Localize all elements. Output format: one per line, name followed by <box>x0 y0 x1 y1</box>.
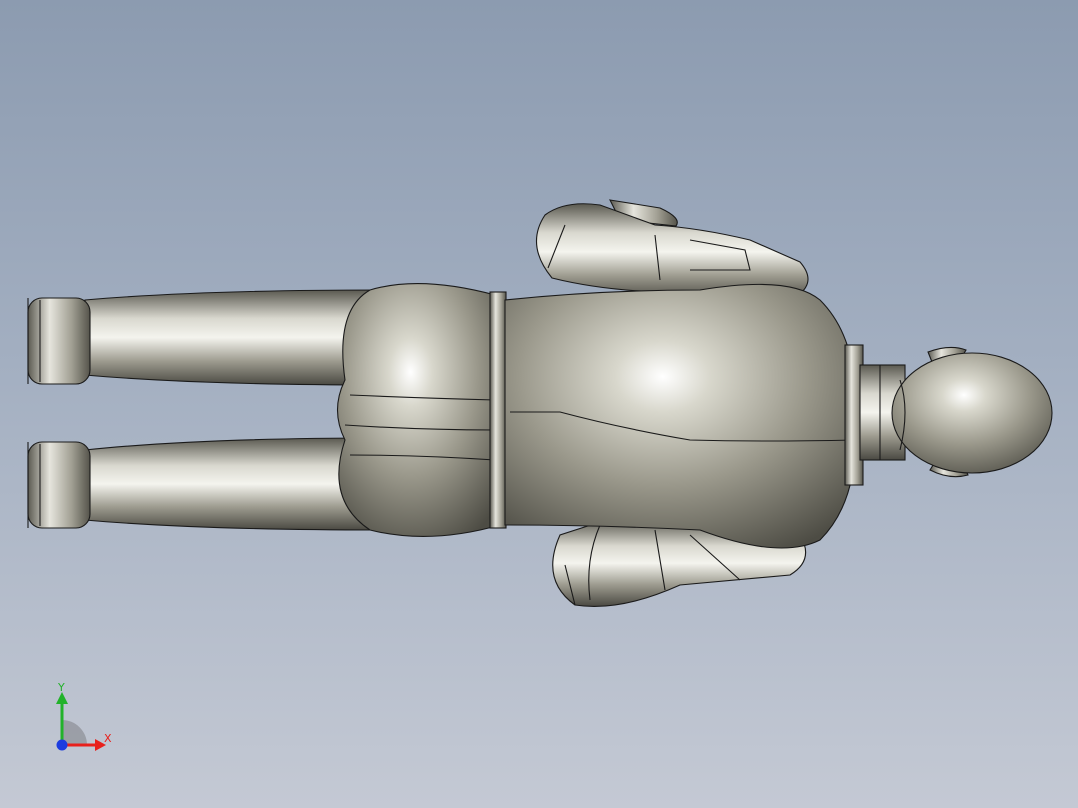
pelvis <box>337 283 507 537</box>
dummy-model[interactable] <box>0 0 1078 808</box>
leg-upper <box>27 289 381 386</box>
head <box>891 346 1053 478</box>
coordinate-triad: Y X <box>56 681 112 751</box>
x-axis-label: X <box>104 732 112 745</box>
torso <box>504 283 864 549</box>
z-axis-dot <box>56 739 68 751</box>
y-axis-label: Y <box>57 681 65 694</box>
leg-lower <box>27 437 381 531</box>
graphics-viewport[interactable]: Y X <box>0 0 1078 808</box>
